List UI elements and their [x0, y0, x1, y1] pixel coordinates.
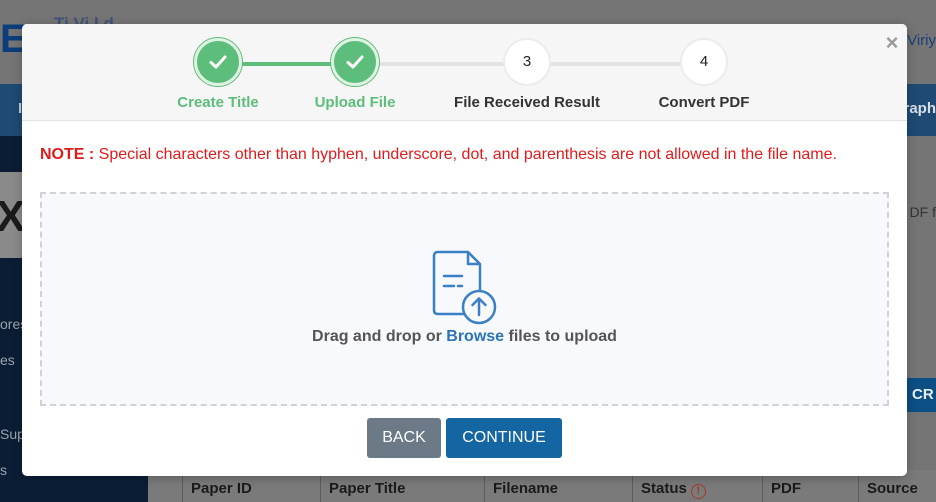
browse-link[interactable]: Browse [446, 328, 504, 345]
sidebar-card: X [0, 172, 25, 258]
step-3-circle: 3 [503, 38, 551, 86]
note-text: Special characters other than hyphen, un… [98, 146, 837, 163]
check-icon [346, 55, 364, 69]
sidebar-item: s [0, 462, 7, 478]
dropzone-text: files to upload [504, 328, 617, 345]
step-connector [355, 62, 527, 66]
continue-button[interactable]: CONTINUE [446, 418, 562, 458]
step-connector [527, 62, 704, 66]
column-header-source: Source [858, 474, 936, 502]
file-upload-icon [432, 250, 497, 325]
dropzone-instructions: Drag and drop or Browse files to upload [42, 328, 887, 346]
stepper-header: 3 4 Create Title Upload File File Receiv… [22, 24, 907, 121]
step-4-circle: 4 [680, 38, 728, 86]
column-header-paper-id: Paper ID [182, 474, 320, 502]
filename-note: NOTE : Special characters other than hyp… [40, 142, 890, 168]
step-3-label: File Received Result [454, 94, 600, 111]
file-dropzone[interactable]: Drag and drop or Browse files to upload [40, 192, 889, 406]
sidebar-item: es [0, 352, 15, 368]
column-header-status: Status! [632, 474, 762, 502]
step-2-circle [331, 38, 379, 86]
step-4-label: Convert PDF [658, 94, 750, 111]
check-icon [209, 55, 227, 69]
user-name: Viriy [907, 32, 936, 49]
column-header-pdf: PDF [762, 474, 858, 502]
back-button[interactable]: BACK [367, 418, 441, 458]
column-header-filename: Filename [484, 474, 632, 502]
step-2-label: Upload File [314, 94, 396, 111]
dropzone-text: Drag and drop or [312, 328, 447, 345]
column-header-paper-title: Paper Title [320, 474, 484, 502]
note-prefix: NOTE : [40, 146, 95, 163]
background-text: DF f [909, 204, 936, 220]
upload-modal: 3 4 Create Title Upload File File Receiv… [22, 24, 907, 476]
create-button: CR [906, 378, 936, 412]
nav-item-right: raph [903, 100, 936, 117]
close-icon[interactable]: × [883, 32, 901, 54]
step-1-circle [194, 38, 242, 86]
info-icon: ! [690, 484, 706, 499]
app-logo: E [0, 17, 27, 61]
